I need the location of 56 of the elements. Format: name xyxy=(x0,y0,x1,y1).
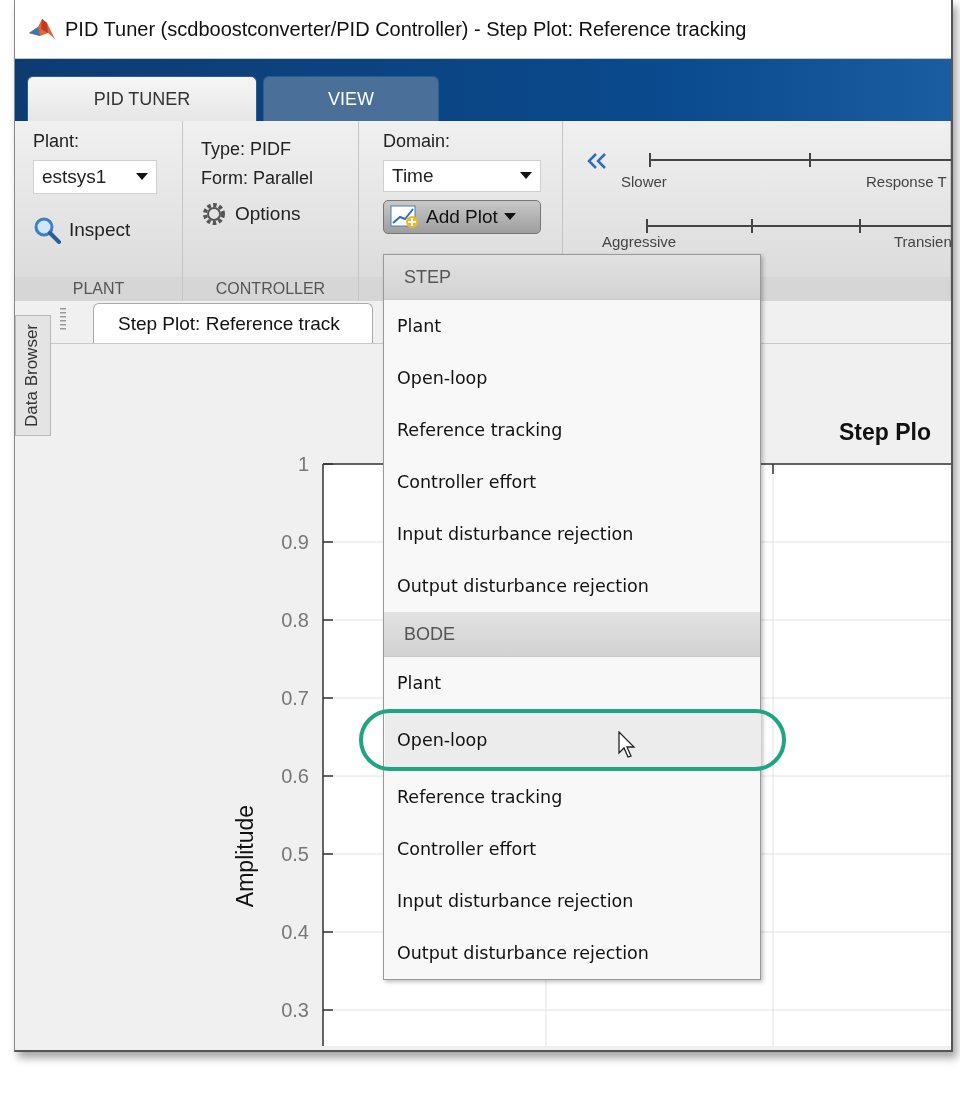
menu-item[interactable]: Controller effort xyxy=(384,456,760,508)
controller-form: Form: Parallel xyxy=(201,168,315,189)
slider-label: Slower xyxy=(621,173,667,190)
menu-item[interactable]: Plant xyxy=(384,657,760,709)
document-tab[interactable]: Step Plot: Reference track xyxy=(93,303,373,343)
y-tick-label: 0.4 xyxy=(281,921,309,943)
y-tick-label: 0.3 xyxy=(281,999,309,1021)
ribbon-tab[interactable]: PID TUNER xyxy=(27,76,257,121)
y-tick-label: 0.9 xyxy=(281,531,309,553)
menu-item[interactable]: Open-loop xyxy=(384,352,760,404)
window-title: PID Tuner (scdboostconverter/PID Controller) - Step Plot: Reference tracking xyxy=(65,17,747,41)
slider-track[interactable] xyxy=(646,219,951,233)
section-label: CONTROLLER xyxy=(183,277,358,301)
add-plot-icon xyxy=(390,205,420,229)
add-plot-button[interactable]: Add Plot xyxy=(383,200,541,234)
y-tick-label: 0.6 xyxy=(281,765,309,787)
menu-item[interactable]: Input disturbance rejection xyxy=(384,875,760,927)
section-label: PLANT xyxy=(15,277,182,301)
options-button[interactable]: Options xyxy=(201,197,346,231)
menu-item[interactable]: Reference tracking xyxy=(384,771,760,823)
search-icon xyxy=(33,216,61,244)
y-axis-label: Amplitude xyxy=(232,804,258,908)
settings-icon xyxy=(201,201,227,227)
y-tick-label: 0.5 xyxy=(281,843,309,865)
y-tick-label: 0.8 xyxy=(281,609,309,631)
dropdown-caret-icon xyxy=(520,172,532,180)
menu-item[interactable]: Input disturbance rejection xyxy=(384,508,760,560)
domain-label: Domain: xyxy=(383,131,452,152)
domain-dropdown[interactable]: Time xyxy=(383,160,541,192)
menu-item[interactable]: Output disturbance rejection xyxy=(384,927,760,979)
slider-label: Transien xyxy=(894,233,951,250)
menu-item[interactable]: Output disturbance rejection xyxy=(384,560,760,612)
y-tick-label: 0.7 xyxy=(281,687,309,709)
menu-item[interactable]: Controller effort xyxy=(384,823,760,875)
plant-dropdown[interactable]: estsys1 xyxy=(33,160,157,194)
dropdown-caret-icon xyxy=(503,213,516,221)
slider-label: Response T xyxy=(866,173,947,190)
menu-item[interactable]: Open-loop xyxy=(359,709,786,771)
plant-label: Plant: xyxy=(33,131,81,152)
dropdown-caret-icon xyxy=(136,173,148,181)
y-tick-label: 1 xyxy=(297,453,309,475)
data-browser-tab[interactable]: Data Browser xyxy=(15,315,51,436)
menu-item[interactable]: Plant xyxy=(384,300,760,352)
slider-label: Aggressive xyxy=(602,233,677,250)
menu-item[interactable]: Reference tracking xyxy=(384,404,760,456)
grip-icon xyxy=(59,307,67,331)
ribbon-tab[interactable]: VIEW xyxy=(263,76,439,121)
menu-section-header: BODE xyxy=(384,612,760,657)
menu-section-header: STEP xyxy=(384,255,760,300)
inspect-button[interactable]: Inspect xyxy=(33,212,170,248)
collapse-icon[interactable] xyxy=(585,151,609,171)
slider-track[interactable] xyxy=(649,153,951,167)
matlab-logo-icon xyxy=(29,17,55,41)
mouse-pointer-icon xyxy=(618,731,636,759)
plot-title: Step Plo xyxy=(839,419,931,445)
controller-type: Type: PIDF xyxy=(201,139,293,160)
